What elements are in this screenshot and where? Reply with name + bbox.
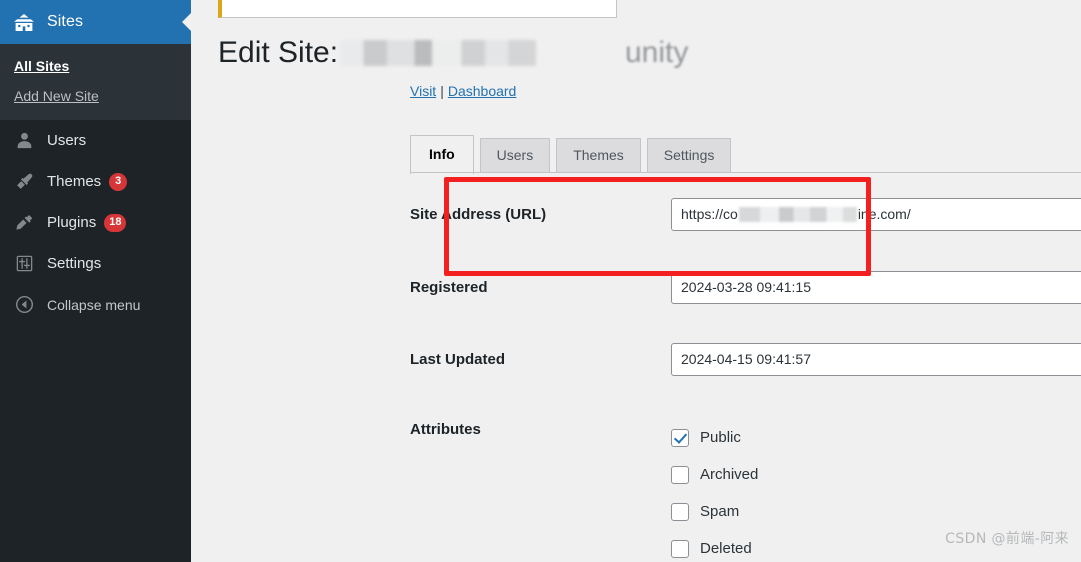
sidebar-item-label: Plugins [47, 214, 97, 231]
tab-info[interactable]: Info [410, 135, 474, 174]
last-updated-input[interactable]: 2024-04-15 09:41:57 [671, 343, 1081, 376]
sidebar-item-users[interactable]: Users [0, 120, 191, 161]
admin-notice [218, 0, 617, 18]
site-tabs: Info Users Themes Settings [410, 128, 732, 174]
checkbox-public[interactable] [671, 428, 689, 447]
visit-link[interactable]: Visit [410, 83, 436, 99]
sidebar-submenu-sites: All Sites Add New Site [0, 44, 191, 120]
site-address-input[interactable]: https://co ine.com/ [671, 198, 1081, 231]
sidebar-item-collapse-menu[interactable]: Collapse menu [0, 284, 191, 325]
checkbox-archived[interactable] [671, 465, 689, 484]
checkbox-deleted[interactable] [671, 539, 689, 558]
sidebar-item-sites[interactable]: Sites [0, 0, 191, 44]
admin-sidebar: Sites All Sites Add New Site Users Theme… [0, 0, 191, 562]
page-title-text: Edit Site: [218, 36, 339, 69]
registered-input[interactable]: 2024-03-28 09:41:15 [671, 271, 1081, 304]
sidebar-item-plugins[interactable]: Plugins 18 [0, 202, 191, 243]
redacted-site-name [340, 40, 537, 66]
checkbox-spam[interactable] [671, 502, 689, 521]
checkbox-label: Spam [700, 502, 740, 520]
checkbox-row-deleted[interactable]: Deleted [671, 530, 758, 562]
dashboard-link[interactable]: Dashboard [448, 83, 517, 99]
sidebar-item-label: Themes [47, 173, 102, 190]
form-row-registered: Registered 2024-03-28 09:41:15 [410, 271, 1081, 304]
tab-themes[interactable]: Themes [556, 138, 641, 173]
checkbox-label: Public [700, 428, 741, 446]
attributes-checkbox-list: Public Archived Spam Deleted [671, 419, 758, 562]
checkbox-label: Archived [700, 465, 759, 483]
sidebar-item-label: Collapse menu [47, 296, 141, 313]
checkbox-row-public[interactable]: Public [671, 419, 758, 456]
user-icon [11, 130, 37, 152]
plug-icon [11, 212, 37, 234]
site-address-label: Site Address (URL) [410, 206, 547, 223]
tab-users[interactable]: Users [479, 138, 551, 173]
page-title-redacted-tail: unity [625, 36, 689, 69]
form-row-last-updated: Last Updated 2024-04-15 09:41:57 [410, 343, 1081, 376]
registered-label: Registered [410, 279, 488, 296]
redacted-url-segment [738, 207, 857, 222]
main-content: Edit Site: unity Visit | Dashboard Info Us… [191, 0, 1081, 562]
tab-settings[interactable]: Settings [646, 138, 732, 173]
form-row-attributes: Attributes [410, 413, 671, 438]
attributes-label: Attributes [410, 421, 481, 438]
tabs-divider [410, 172, 1081, 173]
watermark: CSDN @前端-阿来 [945, 531, 1069, 547]
sidebar-item-settings[interactable]: Settings [0, 243, 191, 284]
sidebar-header-label: Sites [47, 13, 84, 30]
link-separator: | [440, 83, 444, 99]
themes-update-badge: 3 [109, 172, 128, 191]
url-prefix: https://co [681, 206, 738, 222]
last-updated-label: Last Updated [410, 351, 506, 368]
sliders-icon [11, 253, 37, 275]
sites-building-icon [11, 11, 37, 33]
checkbox-row-spam[interactable]: Spam [671, 493, 758, 530]
page-title: Edit Site: [218, 34, 537, 72]
checkbox-row-archived[interactable]: Archived [671, 456, 758, 493]
form-row-site-address: Site Address (URL) https://co ine.com/ [410, 198, 1081, 231]
sidebar-item-label: Users [47, 132, 87, 149]
plugins-update-badge: 18 [104, 213, 127, 232]
checkbox-label: Deleted [700, 539, 752, 557]
sidebar-item-label: Settings [47, 255, 102, 272]
url-suffix: ine.com/ [857, 206, 911, 222]
sidebar-item-themes[interactable]: Themes 3 [0, 161, 191, 202]
site-action-links: Visit | Dashboard [410, 82, 516, 100]
brush-icon [11, 171, 37, 193]
sidebar-subitem-add-new-site[interactable]: Add New Site [0, 81, 191, 111]
sidebar-subitem-all-sites[interactable]: All Sites [0, 51, 191, 81]
collapse-arrow-icon [11, 294, 37, 316]
